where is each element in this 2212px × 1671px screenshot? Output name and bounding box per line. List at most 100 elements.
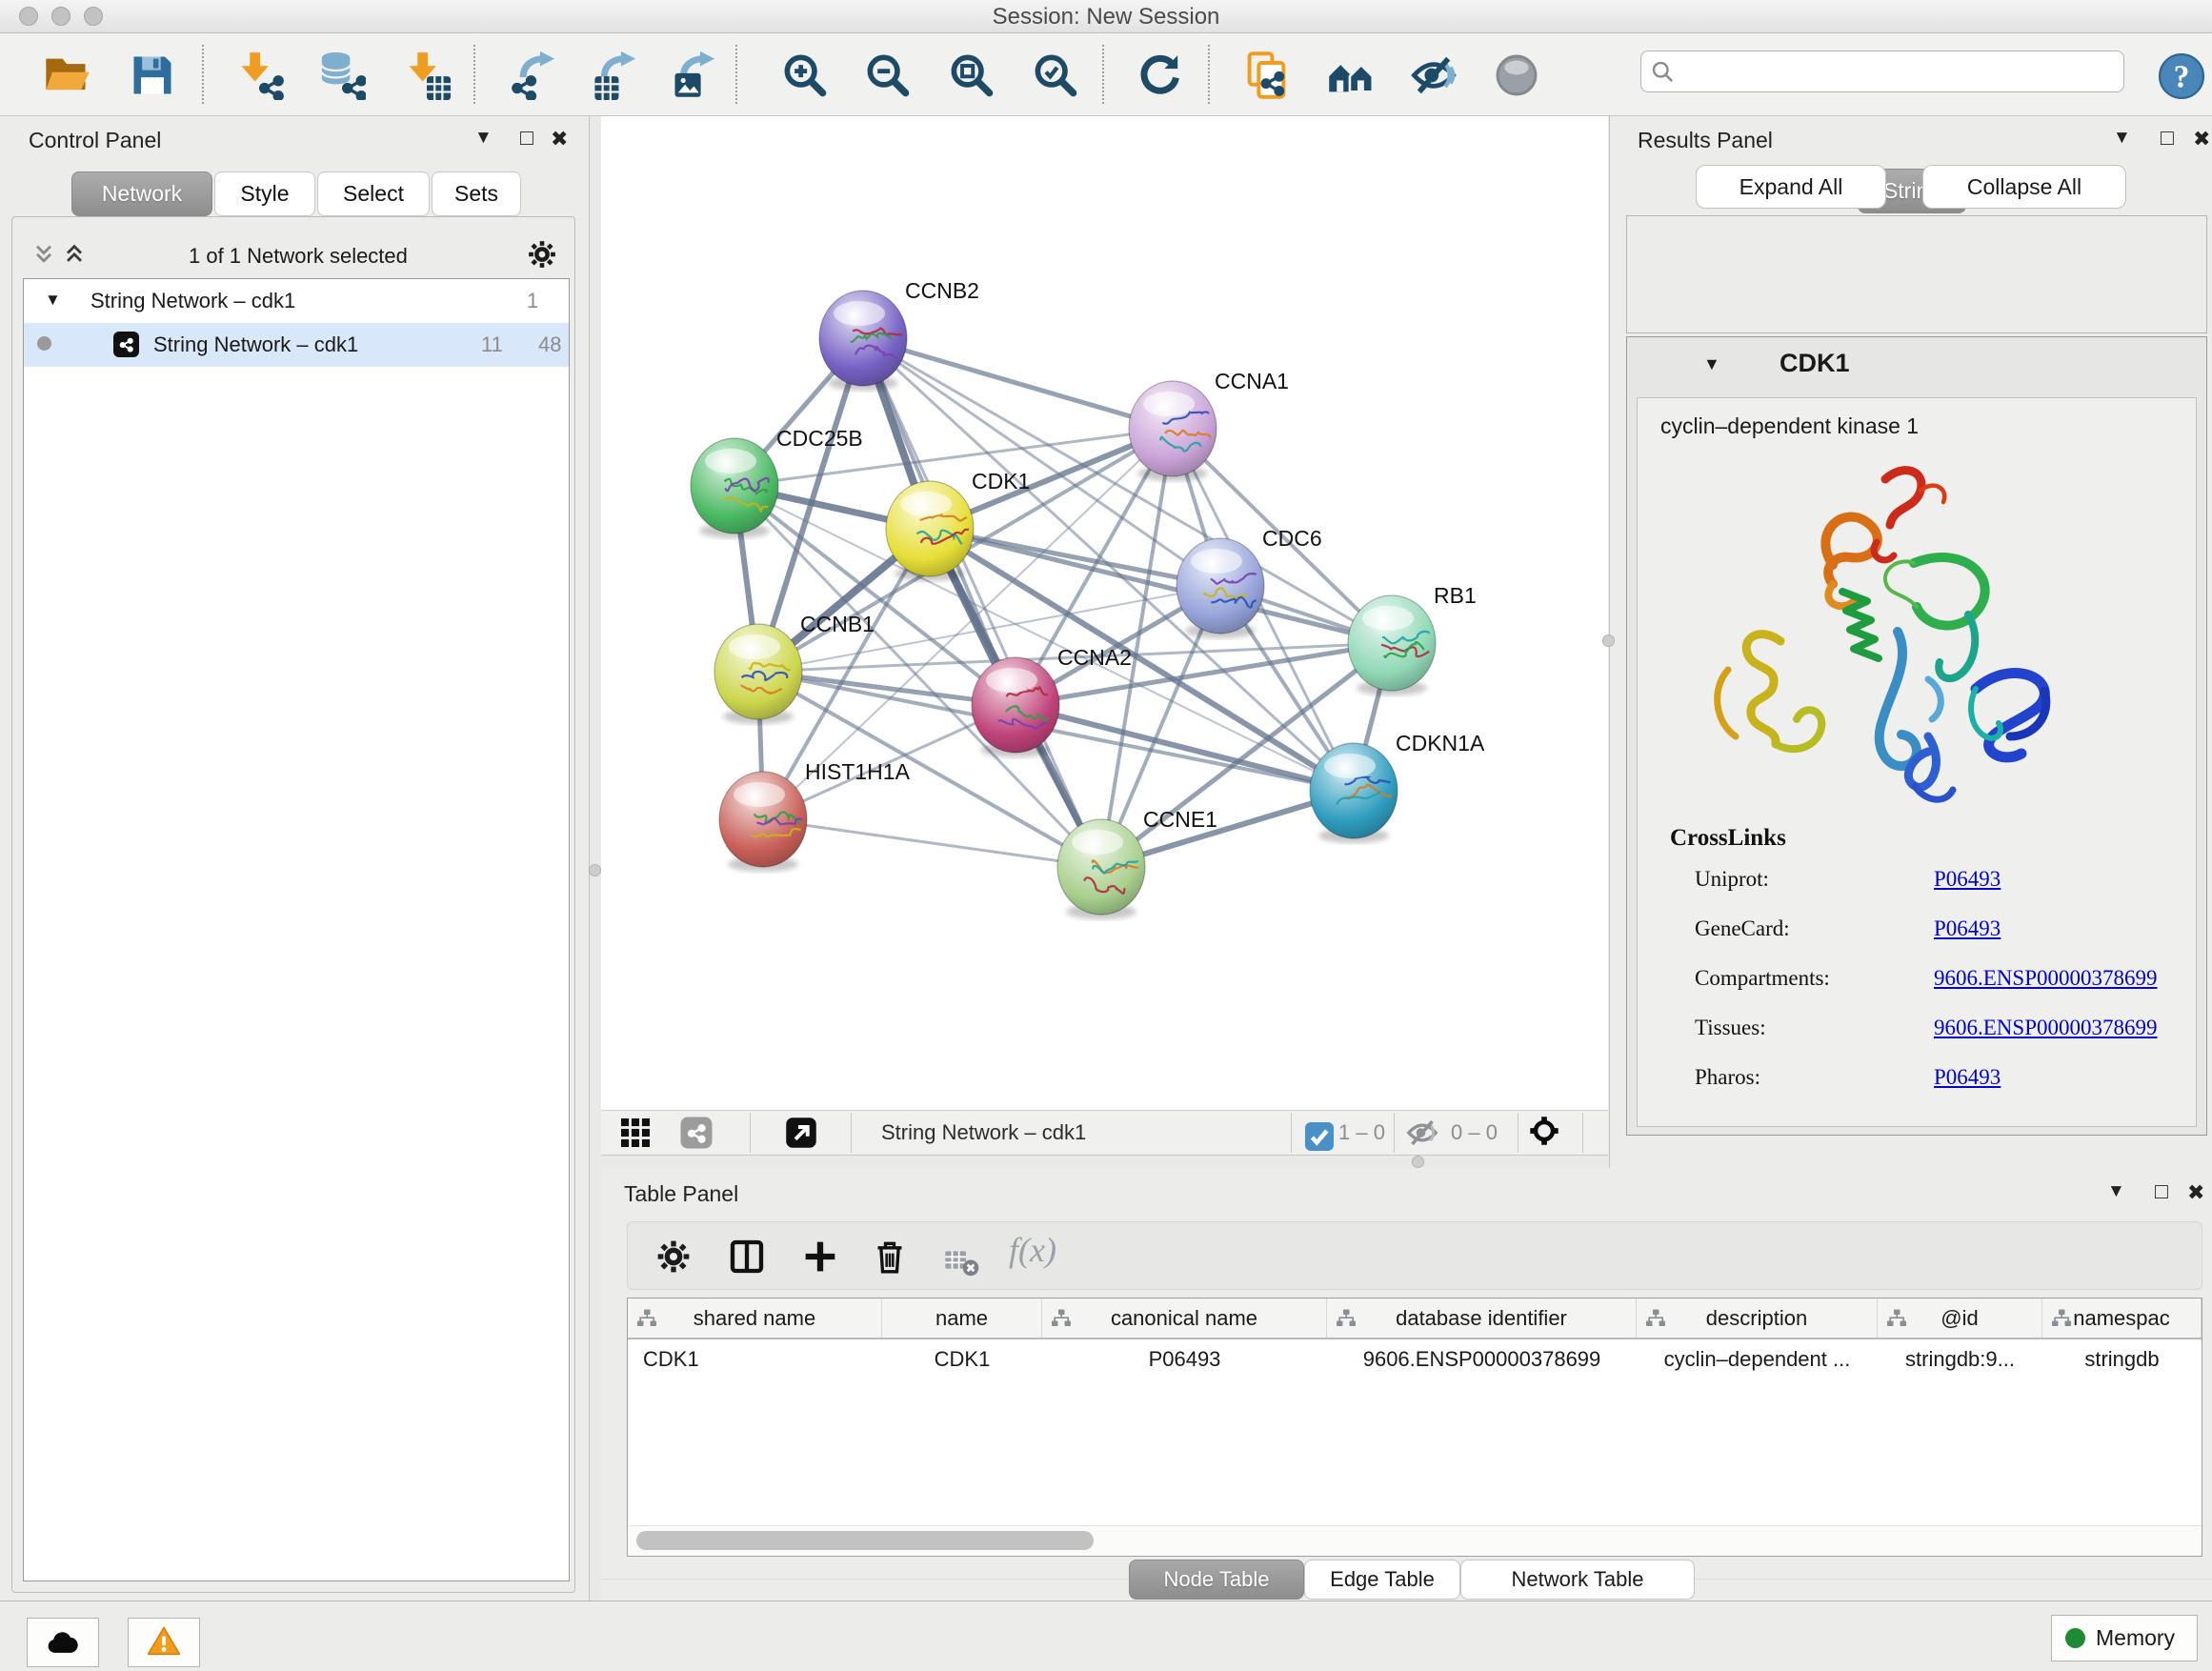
results-panel-menu-icon[interactable]: ▼ [2113,128,2131,149]
clone-network-button[interactable] [1242,50,1292,100]
detach-view-icon[interactable] [784,1116,818,1150]
main-toolbar: ? [0,33,2212,116]
add-column-icon[interactable] [801,1238,839,1276]
selected-checkbox-icon[interactable] [1302,1119,1329,1146]
zoom-in-button[interactable] [780,50,830,100]
network-options-gear-icon[interactable] [526,238,558,271]
crosslinks-title: CrossLinks [1670,825,1786,852]
crosslink-row: Compartments: 9606.ENSP00000378699 [1695,966,2190,998]
tab-select[interactable]: Select [317,171,430,216]
memory-button[interactable]: Memory [2051,1615,2198,1661]
zoom-out-button[interactable] [863,50,913,100]
table-row[interactable]: CDK1CDK1P064939606.ENSP00000378699cyclin… [628,1339,2202,1379]
collection-expand-icon[interactable]: ▼ [45,291,61,310]
table-cell[interactable]: stringdb:9... [1878,1339,2042,1379]
control-panel-float-icon[interactable]: □ [520,125,533,151]
table-cell[interactable]: CDK1 [882,1339,1042,1379]
cloud-status-button[interactable] [27,1618,99,1667]
birdseye-grid-icon[interactable] [618,1116,653,1150]
network-graph[interactable]: CCNB2CCNA1CDC25BCDK1CDC6RB1CCNB1CCNA2CDK… [601,116,1608,1110]
table-panel-float-icon[interactable]: □ [2155,1178,2168,1204]
export-network-button[interactable] [509,50,558,100]
column-header-description[interactable]: description [1637,1299,1878,1338]
column-header--id[interactable]: @id [1878,1299,2042,1338]
column-header-namespac[interactable]: namespac [2042,1299,2202,1338]
crosslink-link[interactable]: 9606.ENSP00000378699 [1934,1016,2158,1040]
toolbar-separator [1208,45,1210,104]
crosslink-link[interactable]: P06493 [1934,916,2001,941]
search-box[interactable] [1640,50,2124,92]
crosslink-row: Uniprot: P06493 [1695,867,2190,899]
results-panel: Results Panel ▼ □ ✖ String Expand All Co… [1609,116,2212,1168]
scrollbar-thumb[interactable] [636,1531,1094,1550]
control-panel-close-icon[interactable]: ✖ [551,127,568,151]
warnings-button[interactable] [128,1618,200,1667]
horizontal-scrollbar[interactable] [629,1525,2201,1555]
table-panel-close-icon[interactable]: ✖ [2187,1180,2204,1205]
selected-counts: 1 – 0 [1338,1120,1385,1145]
table-cell[interactable]: CDK1 [628,1339,882,1379]
save-session-button[interactable] [128,50,177,100]
network-row-selected[interactable]: String Network – cdk1 11 48 [24,323,569,367]
import-table-button[interactable] [402,50,452,100]
delete-table-icon [942,1243,973,1274]
table-options-gear-icon[interactable] [654,1238,693,1276]
fit-selected-crosshair-icon[interactable] [1527,1114,1565,1152]
tab-node-table[interactable]: Node Table [1129,1560,1304,1600]
tab-network-table[interactable]: Network Table [1460,1560,1695,1600]
export-table-button[interactable] [590,50,639,100]
collection-count: 1 [527,289,538,313]
import-network-button[interactable] [234,50,284,100]
column-header-name[interactable]: name [882,1299,1042,1338]
column-header-database-identifier[interactable]: database identifier [1327,1299,1637,1338]
table-cell[interactable]: stringdb [2042,1339,2202,1379]
collapse-all-networks-icon[interactable] [30,242,57,269]
application-window: Session: New Session ? Control Panel ▼ □… [0,0,2212,1671]
tab-sets[interactable]: Sets [432,171,521,216]
zoom-selected-button[interactable] [1031,50,1080,100]
table-cell[interactable]: cyclin–dependent ... [1637,1339,1878,1379]
tab-edge-table[interactable]: Edge Table [1304,1560,1460,1600]
first-neighbors-button[interactable] [1326,50,1376,100]
control-panel-menu-icon[interactable]: ▼ [474,128,493,149]
crosslink-link[interactable]: 9606.ENSP00000378699 [1934,966,2158,991]
search-input[interactable] [1683,55,2106,88]
table-panel-menu-icon[interactable]: ▼ [2107,1181,2125,1202]
network-overview-icon[interactable] [679,1116,714,1150]
protein-structure-image [1690,451,2071,822]
table-cell[interactable]: P06493 [1042,1339,1327,1379]
tab-style[interactable]: Style [214,171,315,216]
svg-text:CCNB1: CCNB1 [800,612,875,636]
open-session-button[interactable] [42,50,91,100]
crosslink-row: Pharos: P06493 [1695,1065,2190,1097]
node-table[interactable]: shared namenamecanonical namedatabase id… [627,1298,2202,1557]
right-splitter-handle[interactable] [1602,634,1615,647]
crosslink-link[interactable]: P06493 [1934,867,2001,892]
table-cell[interactable]: 9606.ENSP00000378699 [1327,1339,1637,1379]
tab-network[interactable]: Network [71,171,212,216]
zoom-fit-button[interactable] [947,50,996,100]
horizontal-splitter-handle[interactable] [1412,1156,1424,1168]
results-panel-float-icon[interactable]: □ [2161,125,2174,151]
expand-all-button[interactable]: Expand All [1696,165,1886,209]
delete-column-icon[interactable] [871,1238,909,1276]
show-columns-icon[interactable] [728,1238,766,1276]
left-splitter-handle[interactable] [589,864,601,876]
entry-collapse-icon[interactable]: ▼ [1703,354,1720,374]
network-canvas[interactable]: CCNB2CCNA1CDC25BCDK1CDC6RB1CCNB1CCNA2CDK… [601,116,1608,1110]
expand-all-networks-icon[interactable] [61,242,88,269]
results-panel-close-icon[interactable]: ✖ [2193,127,2210,151]
collapse-all-button[interactable]: Collapse All [1922,165,2126,209]
column-header-shared-name[interactable]: shared name [628,1299,882,1338]
show-all-button[interactable] [1492,50,1541,100]
refresh-button[interactable] [1136,50,1185,100]
crosslink-link[interactable]: P06493 [1934,1065,2001,1090]
export-image-button[interactable] [669,50,718,100]
column-header-canonical-name[interactable]: canonical name [1042,1299,1327,1338]
hide-selected-button[interactable] [1409,50,1458,100]
import-from-database-button[interactable] [316,50,366,100]
svg-text:RB1: RB1 [1434,583,1477,608]
hidden-eye-icon[interactable] [1405,1116,1439,1150]
network-collection-row[interactable]: ▼ String Network – cdk1 1 [24,279,569,323]
help-button[interactable]: ? [2157,51,2206,101]
